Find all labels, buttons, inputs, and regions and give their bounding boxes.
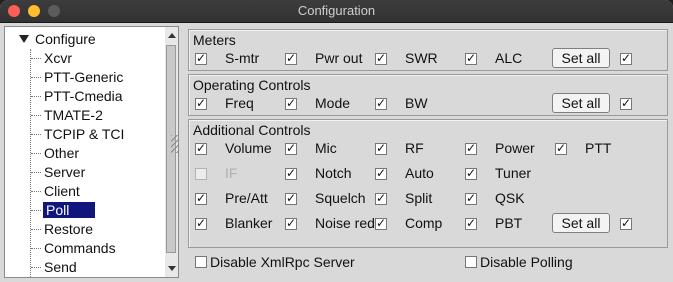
bw-checkbox[interactable]: [375, 96, 387, 110]
swr-label: SWR: [405, 50, 438, 66]
window-title: Configuration: [297, 3, 376, 18]
power-checkbox[interactable]: [465, 141, 477, 155]
volume-checkbox[interactable]: [195, 141, 207, 155]
noise-red-checkbox[interactable]: [285, 216, 297, 230]
disable-polling-checkbox[interactable]: [465, 256, 477, 268]
alc-checkbox[interactable]: [465, 51, 477, 65]
squelch-label: Squelch: [315, 190, 366, 206]
meters-group-title: Meters: [193, 32, 236, 48]
pbt-checkbox[interactable]: [465, 216, 477, 230]
resize-grip-icon[interactable]: [171, 135, 179, 153]
tree-item-restore[interactable]: Restore: [31, 220, 166, 238]
scroll-down-arrow-icon[interactable]: [168, 266, 176, 271]
disable-xmlrpc-checkbox[interactable]: [195, 256, 207, 268]
s-mtr-checkbox[interactable]: [195, 51, 207, 65]
additional-set-all-button[interactable]: Set all: [552, 213, 610, 233]
mode-checkbox[interactable]: [285, 96, 297, 110]
noise-red-label: Noise red: [315, 215, 375, 231]
tree-item-xcvr[interactable]: Xcvr: [31, 49, 166, 67]
comp-checkbox[interactable]: [375, 216, 387, 230]
bw-label: BW: [405, 95, 428, 111]
additional-controls-group: Additional Controls Volume Mic RF Power …: [188, 119, 668, 248]
pwr-out-checkbox[interactable]: [285, 51, 297, 65]
alc-label: ALC: [495, 50, 523, 66]
swr-checkbox[interactable]: [375, 51, 387, 65]
disable-polling-label: Disable Polling: [480, 254, 573, 270]
ptt-checkbox[interactable]: [555, 141, 567, 155]
s-mtr-label: S-mtr: [225, 50, 260, 66]
operating-set-all-checkbox[interactable]: [620, 96, 632, 110]
auto-label: Auto: [405, 165, 434, 181]
scroll-up-arrow-icon[interactable]: [168, 33, 176, 38]
tree-item-ptt-cmedia[interactable]: PTT-Cmedia: [31, 87, 166, 105]
auto-checkbox[interactable]: [375, 166, 387, 180]
meters-group: Meters S-mtr Pwr out SWR ALC Set all: [188, 29, 668, 71]
squelch-checkbox[interactable]: [285, 191, 297, 205]
pwr-out-label: Pwr out: [315, 50, 363, 66]
tree-item-send[interactable]: Send: [31, 258, 166, 276]
operating-group-title: Operating Controls: [193, 77, 311, 93]
tree-item-tcpip-tci[interactable]: TCPIP & TCI: [31, 125, 166, 143]
if-label: IF: [225, 165, 238, 181]
rf-checkbox[interactable]: [375, 141, 387, 155]
configuration-window: Configuration Configure Xcvr PTT-Generic…: [0, 0, 673, 282]
tree-item-poll[interactable]: Poll: [31, 201, 166, 219]
rf-label: RF: [405, 140, 424, 156]
power-label: Power: [495, 140, 535, 156]
tree-item-commands[interactable]: Commands: [31, 239, 166, 257]
additional-group-title: Additional Controls: [193, 122, 311, 138]
tuner-checkbox[interactable]: [465, 166, 477, 180]
title-bar: Configuration: [0, 0, 673, 23]
mic-checkbox[interactable]: [285, 141, 297, 155]
tree-item-other[interactable]: Other: [31, 144, 166, 162]
qsk-label: QSK: [495, 190, 525, 206]
mic-label: Mic: [315, 140, 337, 156]
pbt-label: PBT: [495, 215, 523, 231]
split-checkbox[interactable]: [375, 191, 387, 205]
mode-label: Mode: [315, 95, 351, 111]
tree-item-client[interactable]: Client: [31, 182, 166, 200]
pre-att-label: Pre/Att: [225, 190, 268, 206]
volume-label: Volume: [225, 140, 272, 156]
tree-item-server[interactable]: Server: [31, 163, 166, 181]
split-label: Split: [405, 190, 433, 206]
ptt-label: PTT: [585, 140, 612, 156]
blanker-label: Blanker: [225, 215, 273, 231]
config-tree[interactable]: Configure Xcvr PTT-Generic PTT-Cmedia TM…: [4, 26, 167, 278]
operating-set-all-button[interactable]: Set all: [552, 93, 610, 113]
tree-root-label: Configure: [35, 31, 96, 47]
tree-item-tmate-2[interactable]: TMATE-2: [31, 106, 166, 124]
freq-checkbox[interactable]: [195, 96, 207, 110]
qsk-checkbox[interactable]: [465, 191, 477, 205]
freq-label: Freq: [225, 95, 254, 111]
tree-item-ptt-generic[interactable]: PTT-Generic: [31, 68, 166, 86]
tuner-label: Tuner: [495, 165, 532, 181]
operating-controls-group: Operating Controls Freq Mode BW Set all: [188, 74, 668, 116]
expand-triangle-icon[interactable]: [19, 35, 29, 43]
meters-set-all-checkbox[interactable]: [620, 51, 632, 65]
meters-set-all-button[interactable]: Set all: [552, 48, 610, 68]
blanker-checkbox[interactable]: [195, 216, 207, 230]
disable-xmlrpc-label: Disable XmlRpc Server: [210, 254, 355, 270]
additional-set-all-checkbox[interactable]: [620, 216, 632, 230]
notch-label: Notch: [315, 165, 352, 181]
notch-checkbox[interactable]: [285, 166, 297, 180]
if-checkbox[interactable]: [195, 168, 207, 180]
comp-label: Comp: [405, 215, 443, 231]
pre-att-checkbox[interactable]: [195, 191, 207, 205]
